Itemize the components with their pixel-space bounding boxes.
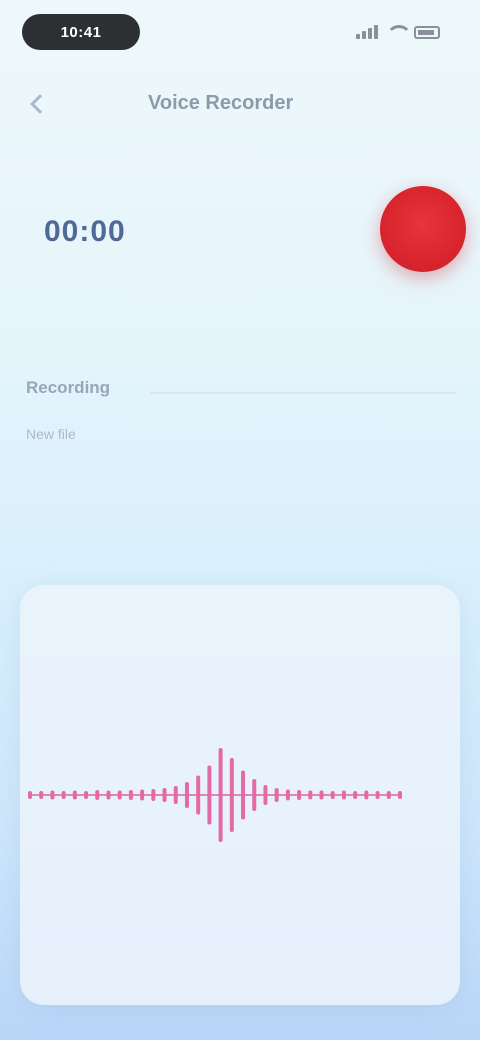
timer-row: 00:00 [0, 180, 480, 290]
info-subtitle: New file [26, 426, 76, 442]
status-time: 10:41 [22, 14, 140, 50]
record-button[interactable] [380, 186, 466, 272]
header: Voice Recorder [0, 80, 480, 128]
battery-icon [414, 25, 440, 39]
page-title: Voice Recorder [148, 91, 294, 114]
info-label: Recording [26, 378, 111, 397]
back-button[interactable] [22, 86, 58, 122]
signal-icon [356, 25, 378, 39]
waveform-card [20, 585, 460, 1005]
waveform [28, 748, 402, 842]
info-section: Recording New file [0, 360, 480, 470]
status-icons [356, 22, 440, 42]
divider [150, 392, 456, 394]
recording-timer: 00:00 [44, 215, 126, 248]
status-bar: 10:41 [0, 0, 480, 64]
wifi-icon [386, 25, 412, 39]
chevron-left-icon [30, 94, 50, 114]
